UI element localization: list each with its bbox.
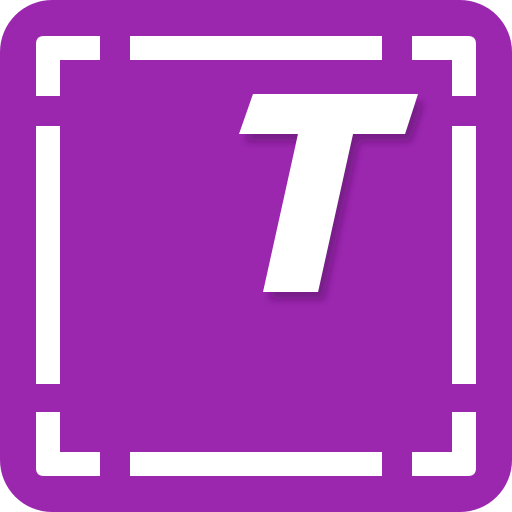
text-tool-icon-graphic <box>0 0 512 512</box>
icon-background <box>0 0 512 512</box>
frame-edge-bottom <box>130 452 382 476</box>
frame-edge-top <box>130 36 382 60</box>
text-tool-app-icon <box>0 0 512 512</box>
frame-edge-left <box>36 126 60 384</box>
frame-edge-right <box>452 126 476 384</box>
